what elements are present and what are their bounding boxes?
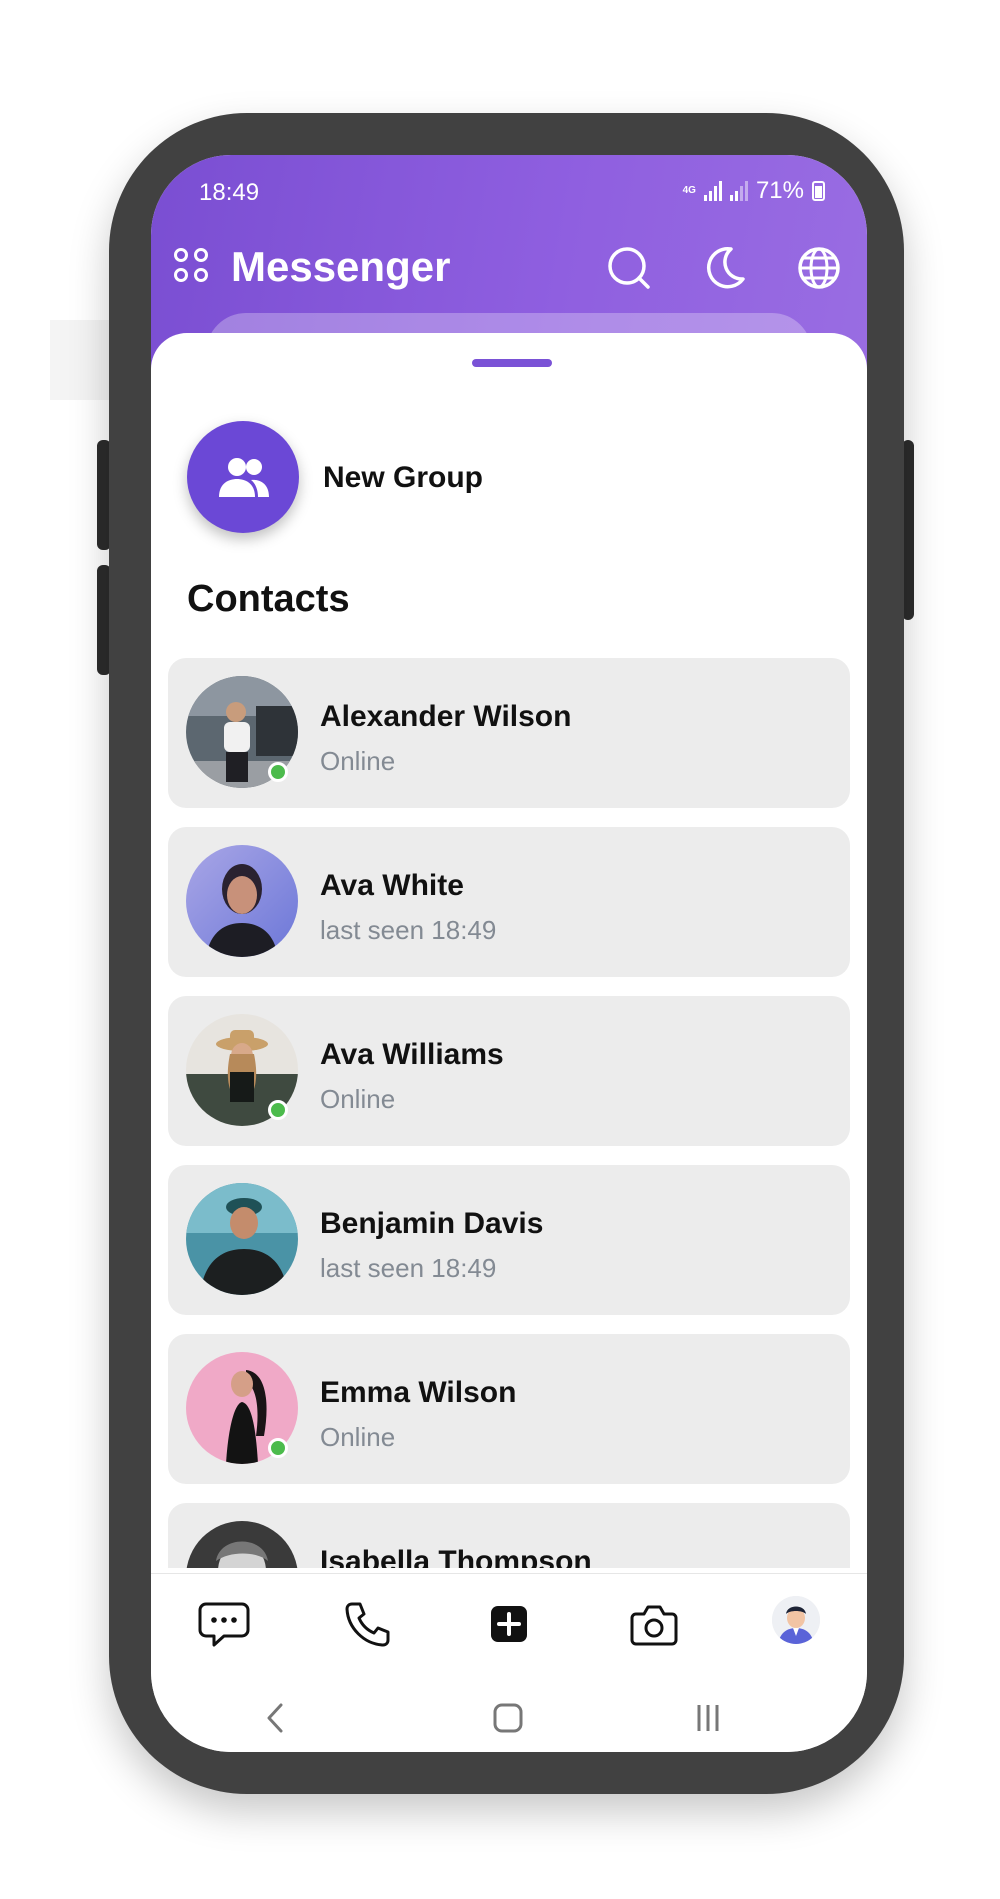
contact-name: Ava Williams [320,1038,504,1071]
signal-secondary-icon [729,181,748,201]
contact-name: Benjamin Davis [320,1207,544,1240]
contacts-sheet: New Group Contacts Alexander Wilson Onli… [151,333,867,1573]
signal-icon [703,181,722,201]
contact-ava-williams[interactable]: Ava Williams Online [168,996,850,1146]
contact-status: last seen 18:49 [320,915,497,945]
new-group-button[interactable]: New Group [187,421,747,533]
people-icon [219,458,269,497]
top-bar: Messenger [151,227,867,307]
contact-status: Online [320,1422,396,1452]
contact-name: Emma Wilson [320,1376,517,1409]
contact-ava-white[interactable]: Ava White last seen 18:49 [168,827,850,977]
phone-screen: 18:49 4G 71% Messenger New Group Contact… [151,155,867,1752]
status-time: 18:49 [199,179,260,206]
globe-icon[interactable] [796,245,842,291]
contact-name: Ava White [320,869,464,902]
avatar [186,1183,298,1295]
contact-status: last seen 18:49 [320,1253,497,1283]
sheet-drag-handle[interactable] [472,359,552,367]
battery-percent: 71% [755,177,804,204]
add-icon[interactable] [483,1598,535,1650]
phone-icon[interactable] [342,1598,394,1650]
contact-benjamin-davis[interactable]: Benjamin Davis last seen 18:49 [168,1165,850,1315]
profile-avatar[interactable] [772,1596,820,1644]
new-group-label: New Group [323,461,484,494]
network-type: 4G [682,185,696,196]
bottom-nav [151,1573,867,1752]
app-title: Messenger [231,243,451,290]
contact-name: Isabella Thompson [320,1545,592,1568]
recents-icon[interactable] [691,1701,725,1735]
contact-list: Alexander Wilson Online Ava White last s… [168,658,850,1568]
contact-alexander-wilson[interactable]: Alexander Wilson Online [168,658,850,808]
new-group-circle [187,421,299,533]
contacts-heading: Contacts [187,578,350,620]
moon-icon[interactable] [701,245,747,291]
chat-icon[interactable] [198,1598,250,1650]
battery-icon [812,181,825,201]
home-icon[interactable] [491,1701,525,1735]
search-icon[interactable] [606,245,652,291]
avatar [186,845,298,957]
contact-isabella-thompson[interactable]: Isabella Thompson [168,1503,850,1568]
back-icon[interactable] [259,1701,293,1735]
contact-emma-wilson[interactable]: Emma Wilson Online [168,1334,850,1484]
status-bar: 18:49 4G 71% [151,167,867,207]
contact-name: Alexander Wilson [320,700,572,733]
contact-status: Online [320,746,396,776]
contact-status: Online [320,1084,396,1114]
camera-icon[interactable] [628,1598,680,1650]
online-indicator [268,762,288,782]
avatar [186,1521,298,1568]
online-indicator [268,1438,288,1458]
avatar-illustration-icon [772,1596,820,1644]
status-indicators: 4G 71% [683,177,825,205]
online-indicator [268,1100,288,1120]
apps-icon[interactable] [173,247,209,283]
